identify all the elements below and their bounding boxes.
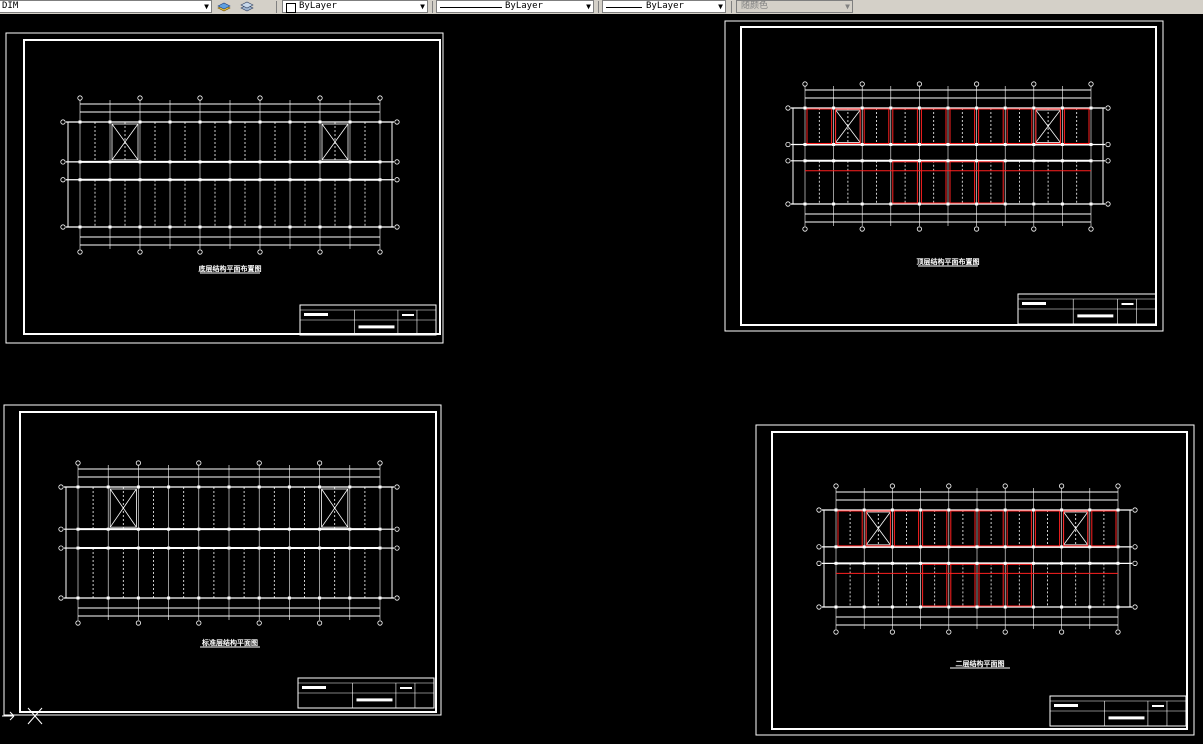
lineweight-value: ByLayer bbox=[646, 1, 684, 11]
chevron-down-icon[interactable]: ▼ bbox=[420, 1, 425, 12]
separator bbox=[276, 1, 277, 13]
linetype-dropdown[interactable]: ByLayer ▼ bbox=[436, 0, 594, 13]
separator bbox=[598, 1, 599, 13]
lineweight-preview bbox=[606, 7, 642, 8]
drawing-title: 顶层结构平面布置图 bbox=[916, 258, 980, 266]
color-value: ByLayer bbox=[299, 1, 337, 11]
plotstyle-value: 随颜色 bbox=[741, 1, 769, 11]
drawing-title: 底层结构平面布置图 bbox=[198, 265, 262, 273]
separator bbox=[731, 1, 732, 13]
drawing-canvas[interactable] bbox=[0, 14, 1203, 744]
ucs-icon bbox=[2, 707, 43, 725]
linetype-value: ByLayer bbox=[505, 1, 543, 11]
color-dropdown[interactable]: ByLayer ▼ bbox=[282, 0, 428, 13]
separator bbox=[432, 1, 433, 13]
linetype-preview bbox=[440, 7, 502, 8]
layer-value: DIM bbox=[2, 1, 19, 11]
chevron-down-icon[interactable]: ▼ bbox=[845, 1, 850, 12]
properties-toolbar: DIM ▼ ByLayer ▼ ByLayer ▼ ByLayer ▼ 随颜色 … bbox=[0, 0, 1203, 15]
color-swatch bbox=[286, 3, 296, 13]
drawing-title: 标准层结构平面图 bbox=[202, 639, 258, 647]
layer-previous-icon[interactable] bbox=[240, 1, 254, 12]
drawing-title: 二层结构平面图 bbox=[955, 660, 1005, 668]
chevron-down-icon[interactable]: ▼ bbox=[204, 1, 209, 12]
chevron-down-icon[interactable]: ▼ bbox=[586, 1, 591, 12]
layer-dropdown[interactable]: DIM ▼ bbox=[0, 0, 212, 13]
lineweight-dropdown[interactable]: ByLayer ▼ bbox=[602, 0, 726, 13]
chevron-down-icon[interactable]: ▼ bbox=[718, 1, 723, 12]
plotstyle-dropdown[interactable]: 随颜色 ▼ bbox=[736, 0, 853, 13]
layer-states-icon[interactable] bbox=[217, 1, 231, 12]
